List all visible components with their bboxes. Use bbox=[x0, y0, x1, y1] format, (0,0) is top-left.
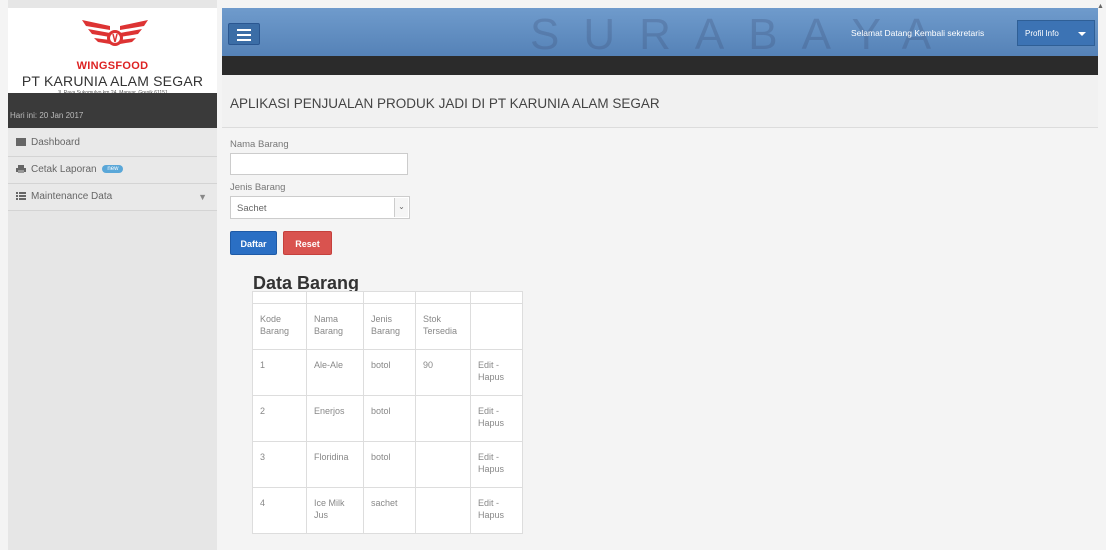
column-header: Nama Barang bbox=[306, 303, 364, 350]
cell-kode: 3 bbox=[252, 441, 307, 488]
cell-stok: 90 bbox=[415, 349, 471, 396]
table-row: 3 Floridina botol Edit - Hapus bbox=[252, 441, 523, 488]
edit-hapus-link[interactable]: Edit - Hapus bbox=[470, 441, 523, 488]
page-title: APLIKASI PENJUALAN PRODUK JADI DI PT KAR… bbox=[230, 96, 660, 111]
column-header: Kode Barang bbox=[252, 303, 307, 350]
column-header: Jenis Barang bbox=[363, 303, 416, 350]
menu-toggle-button[interactable] bbox=[228, 23, 260, 45]
menu-icon bbox=[237, 39, 251, 41]
scroll-up-icon[interactable]: ▲ bbox=[1097, 3, 1104, 10]
table-row: 4 Ice Milk Jus sachet Edit - Hapus bbox=[252, 487, 523, 534]
column-header bbox=[470, 303, 523, 350]
cell-stok bbox=[415, 441, 471, 488]
nama-barang-label: Nama Barang bbox=[230, 139, 289, 150]
current-date: Hari ini: 20 Jan 2017 bbox=[10, 111, 84, 120]
daftar-button[interactable]: Daftar bbox=[230, 231, 277, 255]
table-header-row: Kode Barang Nama Barang Jenis Barang Sto… bbox=[252, 303, 523, 350]
cell-jenis: botol bbox=[363, 395, 416, 442]
data-barang-table: Kode Barang Nama Barang Jenis Barang Sto… bbox=[252, 291, 523, 534]
profile-info-button[interactable]: Profil Info bbox=[1017, 20, 1095, 46]
cell-nama: Floridina bbox=[306, 441, 364, 488]
jenis-barang-label: Jenis Barang bbox=[230, 182, 286, 193]
jenis-barang-select[interactable]: Sachet ⌄ bbox=[230, 196, 410, 219]
jenis-barang-value: Sachet bbox=[237, 203, 267, 214]
edit-hapus-link[interactable]: Edit - Hapus bbox=[470, 349, 523, 396]
welcome-text: Selamat Datang Kembali sekretaris bbox=[851, 28, 985, 38]
table-spacer-row bbox=[252, 291, 523, 304]
sidebar: WINGSFOOD PT KARUNIA ALAM SEGAR Jl. Raya… bbox=[8, 0, 217, 550]
brand-block: WINGSFOOD PT KARUNIA ALAM SEGAR Jl. Raya… bbox=[8, 8, 217, 96]
column-header: Stok Tersedia bbox=[415, 303, 471, 350]
nama-barang-input[interactable] bbox=[230, 153, 408, 175]
cell-kode: 2 bbox=[252, 395, 307, 442]
cell-jenis: sachet bbox=[363, 487, 416, 534]
cell-stok bbox=[415, 487, 471, 534]
cell-kode: 4 bbox=[252, 487, 307, 534]
menu-icon bbox=[237, 29, 251, 31]
cell-jenis: botol bbox=[363, 349, 416, 396]
sidebar-item-label: Maintenance Data bbox=[31, 191, 113, 202]
sidebar-item-dashboard[interactable]: Dashboard bbox=[8, 130, 217, 157]
caret-down-icon bbox=[1078, 32, 1086, 36]
cell-stok bbox=[415, 395, 471, 442]
date-bar: Hari ini: 20 Jan 2017 bbox=[8, 93, 217, 128]
profile-info-label: Profil Info bbox=[1025, 29, 1059, 38]
table-row: 1 Ale-Ale botol 90 Edit - Hapus bbox=[252, 349, 523, 396]
table-row: 2 Enerjos botol Edit - Hapus bbox=[252, 395, 523, 442]
printer-icon bbox=[16, 165, 26, 174]
sidebar-item-cetak-laporan[interactable]: Cetak Laporan new bbox=[8, 157, 217, 184]
list-icon bbox=[16, 192, 26, 201]
sidebar-item-label: Cetak Laporan bbox=[31, 164, 97, 175]
chevron-down-icon: ⌄ bbox=[394, 198, 408, 217]
edit-hapus-link[interactable]: Edit - Hapus bbox=[470, 395, 523, 442]
edit-hapus-link[interactable]: Edit - Hapus bbox=[470, 487, 523, 534]
sidebar-item-maintenance-data[interactable]: Maintenance Data ▼ bbox=[8, 184, 217, 211]
cell-nama: Ice Milk Jus bbox=[306, 487, 364, 534]
wingsfood-logo bbox=[80, 14, 150, 54]
brand-wingsfood: WINGSFOOD bbox=[76, 60, 149, 72]
company-name: PT KARUNIA ALAM SEGAR bbox=[21, 73, 204, 89]
cell-nama: Enerjos bbox=[306, 395, 364, 442]
cell-kode: 1 bbox=[252, 349, 307, 396]
new-badge: new bbox=[102, 165, 124, 174]
menu-icon bbox=[237, 34, 251, 36]
cell-nama: Ale-Ale bbox=[306, 349, 364, 396]
dashboard-icon bbox=[16, 138, 26, 147]
cell-jenis: botol bbox=[363, 441, 416, 488]
sidebar-menu: Dashboard Cetak Laporan new Maintenance … bbox=[8, 130, 217, 211]
chevron-down-icon: ▼ bbox=[198, 192, 207, 202]
sidebar-item-label: Dashboard bbox=[31, 137, 80, 148]
reset-button[interactable]: Reset bbox=[283, 231, 332, 255]
